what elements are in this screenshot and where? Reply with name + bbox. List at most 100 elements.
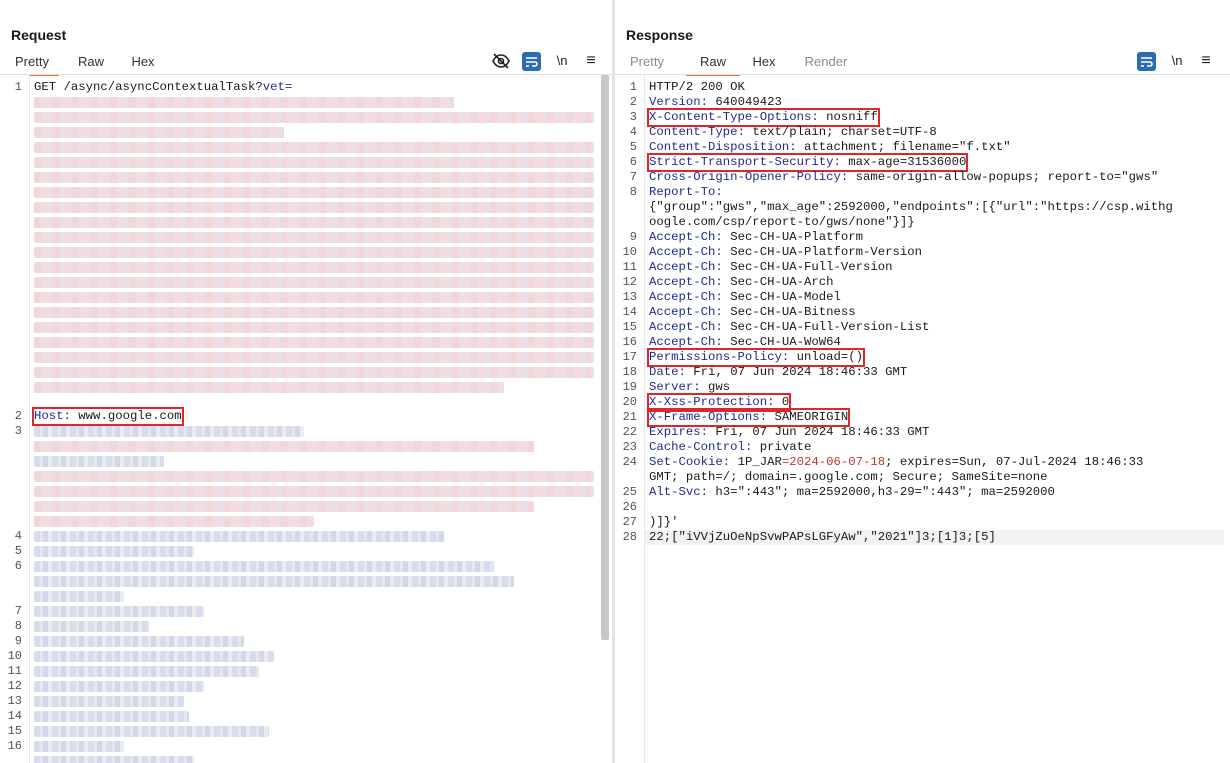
response-editor[interactable]: 1 2 3 4 5 6 7 8 9 10 11 12 13 14 15 16 17 18 19 20 21 22 23 24 2… (615, 75, 1230, 763)
line-number: 27 (622, 515, 637, 529)
line-number: 19 (622, 380, 637, 394)
line-number (615, 215, 637, 230)
redacted-text (34, 307, 594, 318)
tab-pretty[interactable]: Pretty (5, 54, 59, 76)
redacted-text (34, 367, 594, 378)
redacted-text (34, 576, 514, 587)
redacted-text (34, 262, 594, 273)
response-line: GMT; path=/; domain=.google.com; Secure;… (649, 470, 1048, 484)
redacted-text (34, 471, 594, 482)
line-number: 6 (629, 155, 637, 169)
newline-toggle[interactable]: \n (552, 51, 572, 71)
line-number: 4 (14, 529, 22, 543)
response-line: )]}' (649, 515, 679, 529)
line-number: 13 (7, 694, 22, 708)
redacted-text (34, 112, 594, 123)
response-line: Alt-Svc: h3=":443"; ma=2592000,h3-29=":4… (649, 485, 1055, 499)
wrap-lines-icon[interactable] (522, 52, 541, 71)
line-number: 14 (622, 305, 637, 319)
line-number: 13 (622, 290, 637, 304)
line-number: 14 (7, 709, 22, 723)
response-line: Accept-Ch: Sec-CH-UA-Bitness (649, 305, 856, 319)
line-gutter: 1 2 3 4 5 6 7 8 9 10 11 12 13 14 15 16 17 18 19 20 21 22 23 24 2… (615, 75, 645, 763)
line-number: 7 (14, 604, 22, 618)
menu-icon[interactable]: ≡ (582, 51, 600, 71)
highlighted-header-line: Permissions-Policy: unload=() (646, 348, 866, 367)
redacted-text (34, 202, 594, 213)
redacted-text (34, 741, 124, 752)
line-number: 2 (629, 95, 637, 109)
redacted-text (34, 501, 534, 512)
response-line: Version: 640049423 (649, 95, 782, 109)
line-number: 5 (14, 544, 22, 558)
highlighted-header-line: Strict-Transport-Security: max-age=31536… (646, 153, 969, 172)
response-line: Accept-Ch: Sec-CH-UA-Platform-Version (649, 245, 923, 259)
redacted-text (34, 247, 594, 258)
response-line: Report-To: (649, 185, 723, 199)
redacted-text (34, 97, 454, 108)
redacted-text (34, 127, 284, 138)
redacted-text (34, 157, 594, 168)
redacted-text (34, 217, 594, 228)
response-line: HTTP/2 200 OK (649, 80, 745, 94)
redacted-text (34, 726, 269, 737)
response-line: Accept-Ch: Sec-CH-UA-Full-Version (649, 260, 893, 274)
tab-hex[interactable]: Hex (125, 54, 161, 74)
menu-icon[interactable]: ≡ (1197, 51, 1215, 71)
response-line: Cache-Control: private (649, 440, 812, 454)
line-gutter: 1 2 3 4 5 6 7 8 9 10 11 12 13 14 15 16 (0, 75, 30, 763)
tab-raw[interactable]: Raw (686, 54, 740, 76)
tab-raw[interactable]: Raw (71, 54, 111, 74)
line-number: 9 (629, 230, 637, 244)
newline-toggle[interactable]: \n (1167, 51, 1187, 71)
highlighted-header-line: X-Content-Type-Options: nosniff (647, 108, 880, 127)
line-number: 11 (7, 664, 22, 678)
line-number: 12 (7, 679, 22, 693)
line-number: 16 (622, 335, 637, 349)
response-code: HTTP/2 200 OK Version: 640049423 X-Content… (646, 75, 1226, 763)
redacted-text (34, 382, 504, 393)
redacted-text (34, 187, 594, 198)
line-number: 17 (622, 350, 637, 364)
request-title: Request (11, 27, 67, 43)
response-line: Date: Fri, 07 Jun 2024 18:46:33 GMT (649, 365, 908, 379)
tab-pretty[interactable]: Pretty (620, 54, 674, 74)
redacted-text (34, 651, 274, 662)
request-editor[interactable]: 1 2 3 4 5 6 7 8 9 10 11 12 13 14 15 16 G… (0, 75, 612, 763)
line-number: 15 (7, 724, 22, 738)
redacted-text (34, 561, 494, 572)
line-number: 16 (7, 739, 22, 753)
redacted-text (34, 172, 594, 183)
response-line: Expires: Fri, 07 Jun 2024 18:46:33 GMT (649, 425, 930, 439)
request-scrollbar[interactable] (601, 75, 609, 640)
line-number (615, 200, 637, 215)
response-line: Accept-Ch: Sec-CH-UA-Model (649, 290, 841, 304)
line-number: 23 (622, 440, 637, 454)
line-number: 28 (622, 530, 637, 544)
line-number: 11 (622, 260, 637, 274)
tab-render[interactable]: Render (798, 54, 854, 74)
tab-hex[interactable]: Hex (744, 54, 784, 74)
hide-icon[interactable] (491, 51, 511, 71)
line-number: 7 (629, 170, 637, 184)
response-line: Accept-Ch: Sec-CH-UA-Arch (649, 275, 834, 289)
redacted-text (34, 232, 594, 243)
line-number: 6 (14, 559, 22, 573)
response-title: Response (626, 27, 693, 43)
line-number: 2 (14, 409, 22, 423)
redacted-text (34, 277, 594, 288)
redacted-text (34, 322, 594, 333)
redacted-text (34, 426, 304, 437)
wrap-lines-icon[interactable] (1137, 52, 1156, 71)
line-number: 9 (14, 634, 22, 648)
redacted-text (34, 292, 594, 303)
redacted-text (34, 681, 204, 692)
redacted-text (34, 352, 594, 363)
line-number: 8 (629, 185, 637, 199)
line-number: 21 (622, 410, 637, 424)
line-number: 3 (629, 110, 637, 124)
line-number: 24 (622, 455, 637, 469)
line-number: 12 (622, 275, 637, 289)
response-line: Accept-Ch: Sec-CH-UA-Platform (649, 230, 864, 244)
redacted-text (34, 546, 194, 557)
